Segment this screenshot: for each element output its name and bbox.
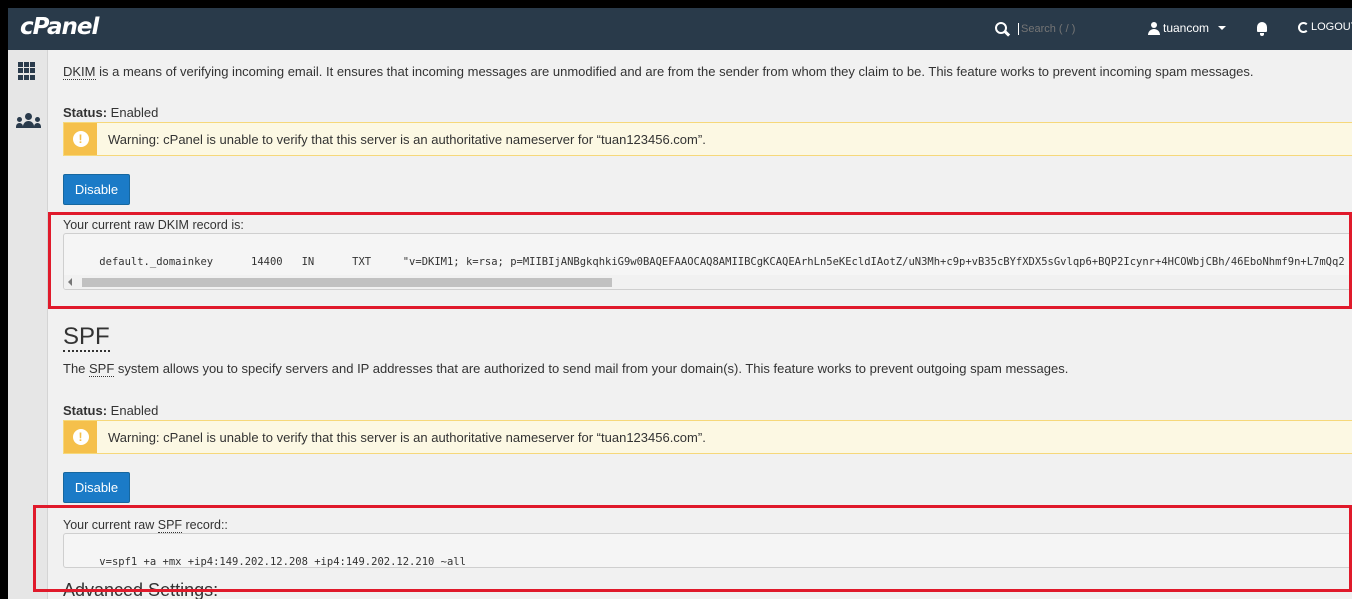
spf-warning-alert: ! Warning: cPanel is unable to verify th… <box>63 420 1352 454</box>
search-input[interactable] <box>1018 23 1128 35</box>
search-box[interactable] <box>994 17 1134 41</box>
user-menu[interactable]: tuancom <box>1148 21 1227 35</box>
spf-status: Status: Enabled <box>63 403 159 418</box>
warning-icon: ! <box>72 429 89 445</box>
dkim-warning-alert: ! Warning: cPanel is unable to verify th… <box>63 122 1352 156</box>
user-icon <box>1148 21 1160 35</box>
dkim-status: Status: Enabled <box>63 105 159 120</box>
search-icon[interactable] <box>994 21 1010 37</box>
logout-icon <box>1298 21 1309 33</box>
spf-disable-button[interactable]: Disable <box>63 472 130 503</box>
warning-icon: ! <box>72 131 89 147</box>
dkim-description: DKIM is a means of verifying incoming em… <box>63 64 1254 80</box>
dkim-highlight-box <box>48 212 1352 309</box>
spf-heading: SPF <box>63 323 110 352</box>
top-navbar: cPanel tuancom LOGOUT <box>8 8 1352 50</box>
users-icon[interactable] <box>16 112 42 128</box>
chevron-down-icon <box>1218 26 1227 30</box>
grid-icon[interactable] <box>18 62 36 80</box>
bell-icon[interactable] <box>1256 22 1268 36</box>
dkim-warning-text: Warning: cPanel is unable to verify that… <box>108 131 706 147</box>
cpanel-logo[interactable]: cPanel <box>20 14 99 40</box>
dkim-disable-button[interactable]: Disable <box>63 174 130 205</box>
username: tuancom <box>1163 21 1210 35</box>
spf-description: The SPF system allows you to specify ser… <box>63 361 1069 377</box>
spf-abbr[interactable]: SPF <box>89 361 115 377</box>
spf-highlight-box <box>33 505 1352 592</box>
logout-label: LOGOUT <box>1311 21 1352 33</box>
dkim-abbr[interactable]: DKIM <box>63 64 96 80</box>
spf-warning-text: Warning: cPanel is unable to verify that… <box>108 429 706 445</box>
logout-link[interactable]: LOGOUT <box>1298 21 1352 33</box>
